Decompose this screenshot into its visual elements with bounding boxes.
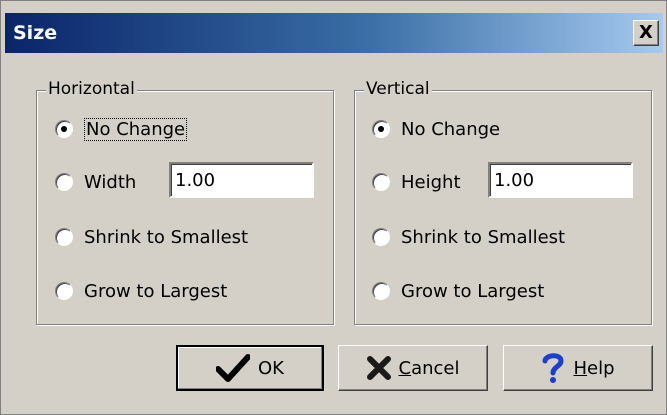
close-button[interactable]: X — [633, 20, 659, 46]
vertical-no-change-option[interactable]: No Change — [372, 116, 500, 142]
radio-button[interactable] — [55, 228, 73, 246]
dialog-title: Size — [13, 22, 58, 44]
x-icon — [366, 356, 391, 380]
horizontal-no-change-option[interactable]: No Change — [55, 116, 188, 142]
cancel-label: Cancel — [398, 357, 460, 379]
help-label: Help — [573, 357, 615, 379]
ok-label: OK — [258, 357, 284, 379]
radio-button[interactable] — [372, 228, 390, 246]
height-input[interactable]: 1.00 — [488, 162, 633, 198]
ok-button[interactable]: OK — [176, 345, 324, 391]
horizontal-width-option[interactable]: Width — [55, 169, 136, 195]
radio-button[interactable] — [372, 282, 390, 300]
horizontal-shrink-option[interactable]: Shrink to Smallest — [55, 224, 248, 250]
horizontal-grow-label: Grow to Largest — [84, 280, 228, 302]
checkmark-icon — [216, 354, 250, 382]
horizontal-no-change-label: No Change — [84, 117, 188, 141]
vertical-no-change-label: No Change — [401, 118, 501, 140]
radio-button[interactable] — [55, 173, 73, 191]
size-dialog: Size X Horizontal No Change Width 1.00 S… — [0, 0, 667, 415]
radio-button[interactable] — [55, 282, 73, 300]
radio-button[interactable] — [372, 173, 390, 191]
horizontal-legend: Horizontal — [46, 79, 137, 99]
vertical-height-label: Height — [401, 171, 461, 193]
vertical-grow-option[interactable]: Grow to Largest — [372, 278, 544, 304]
vertical-shrink-option[interactable]: Shrink to Smallest — [372, 224, 565, 250]
vertical-grow-label: Grow to Largest — [401, 280, 545, 302]
help-button[interactable]: Help — [503, 345, 653, 391]
close-icon: X — [639, 22, 653, 43]
vertical-height-option[interactable]: Height — [372, 169, 461, 195]
horizontal-width-label: Width — [84, 171, 137, 193]
vertical-shrink-label: Shrink to Smallest — [401, 226, 566, 248]
radio-button-checked[interactable] — [55, 120, 73, 138]
cancel-button[interactable]: Cancel — [338, 345, 488, 391]
radio-button-checked[interactable] — [372, 120, 390, 138]
horizontal-grow-option[interactable]: Grow to Largest — [55, 278, 227, 304]
vertical-legend: Vertical — [364, 79, 432, 99]
title-bar[interactable]: Size X — [5, 13, 663, 53]
horizontal-shrink-label: Shrink to Smallest — [84, 226, 249, 248]
width-input[interactable]: 1.00 — [169, 162, 314, 198]
question-icon — [541, 352, 565, 384]
